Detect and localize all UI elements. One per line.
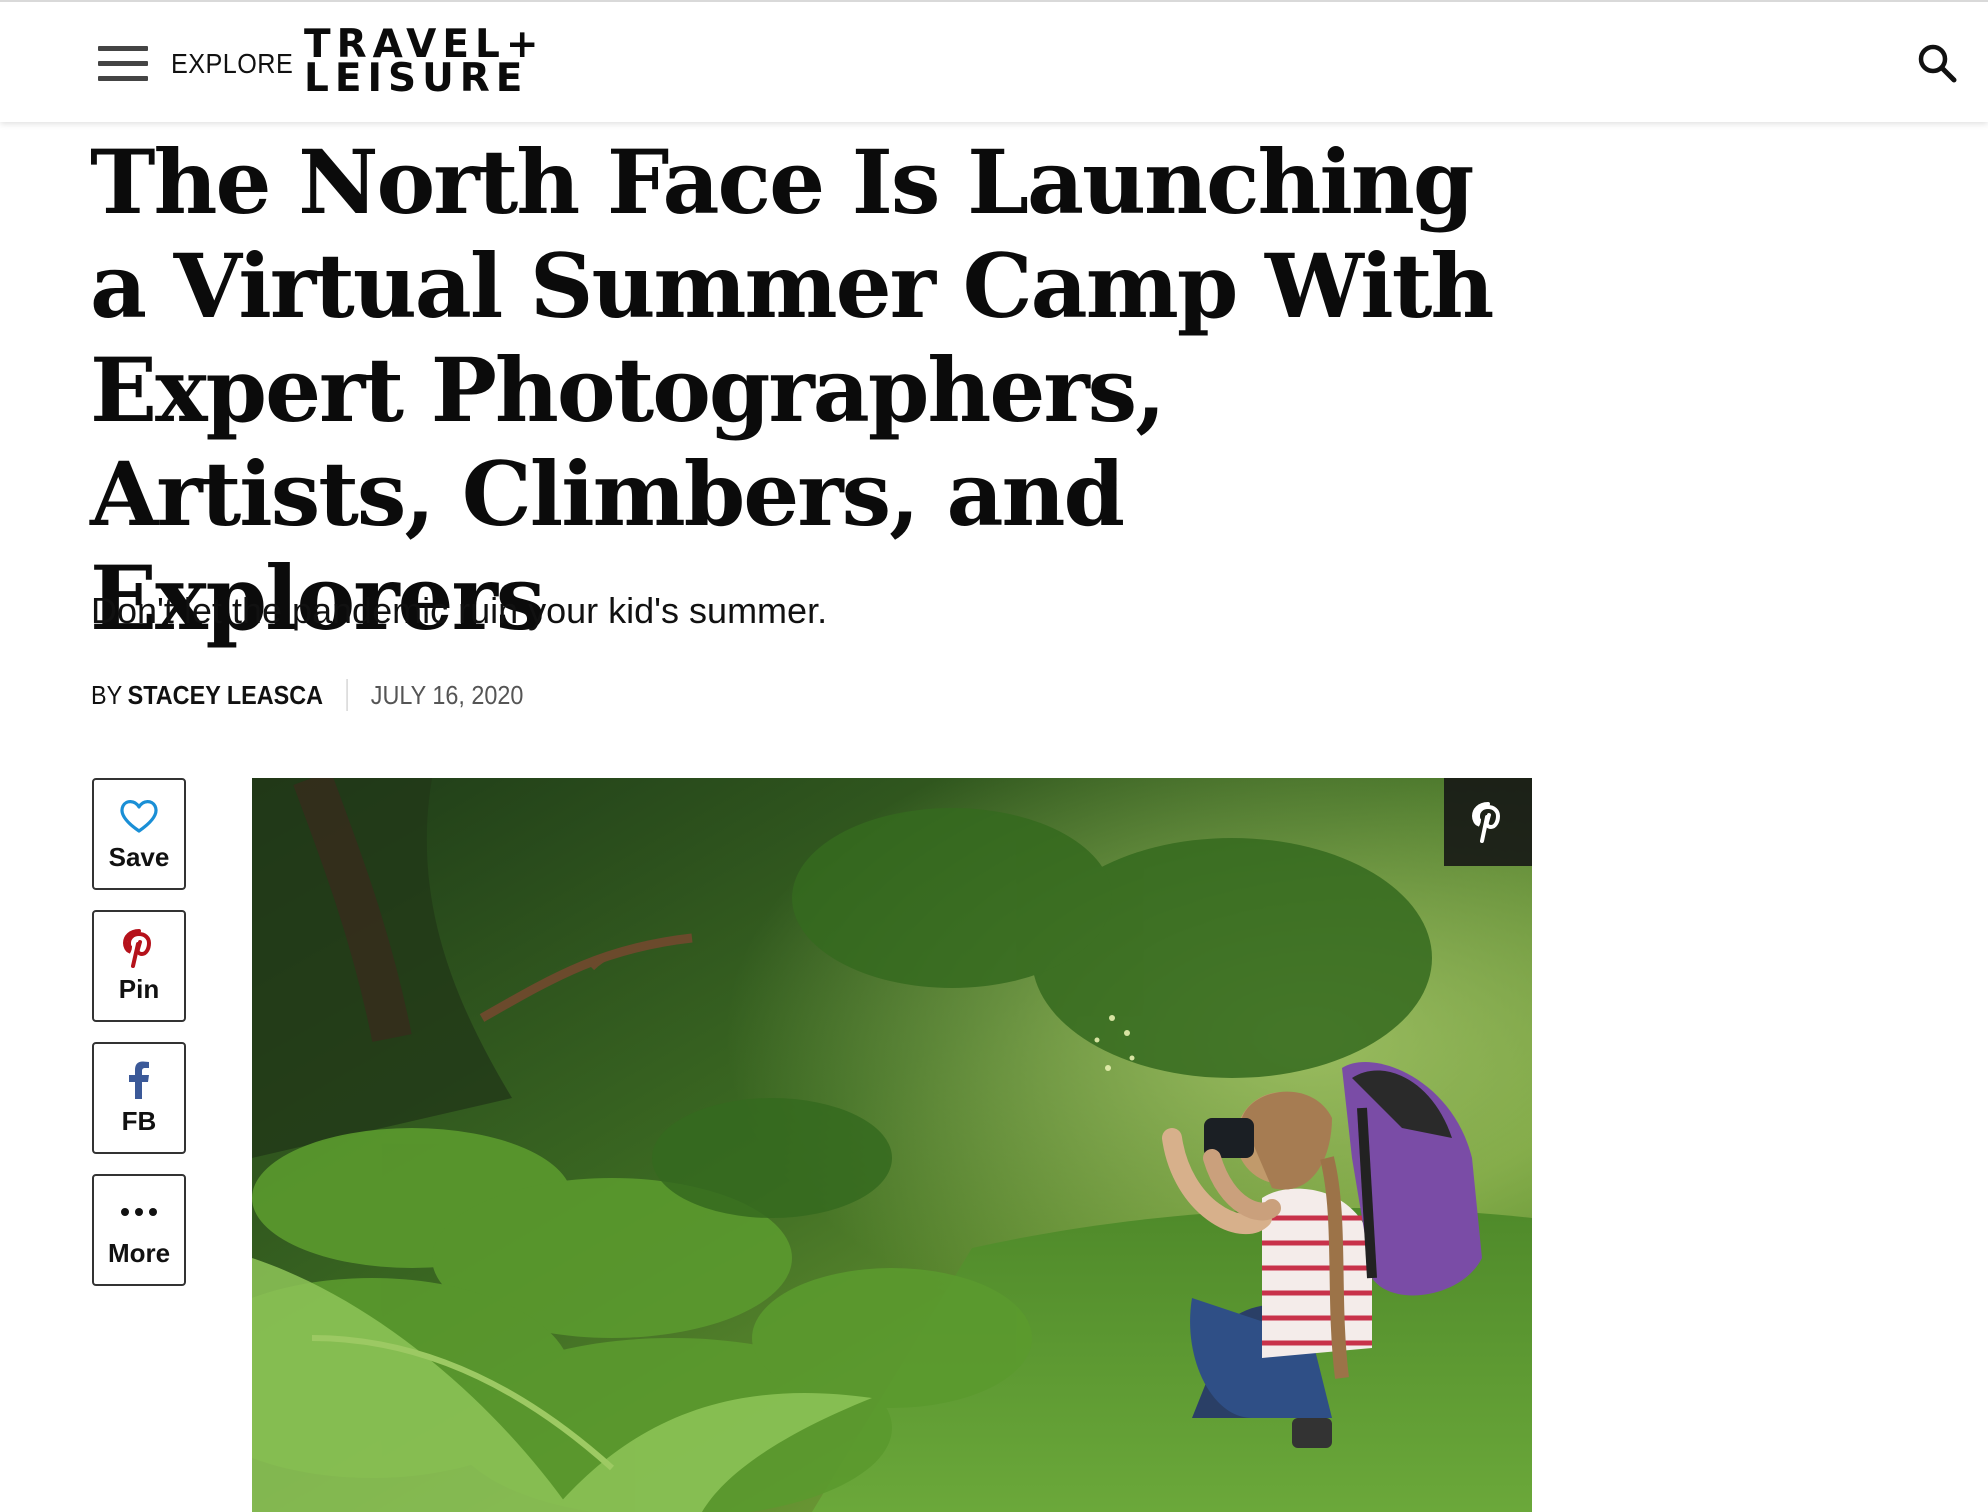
pinterest-icon[interactable] <box>1444 778 1532 866</box>
more-button[interactable]: More <box>92 1174 186 1286</box>
more-dots-icon <box>94 1192 184 1232</box>
site-logo[interactable]: TRAVEL+ LEISURE <box>304 25 584 101</box>
hero-image <box>252 778 1532 1512</box>
article-dek: Don't let the pandemic ruin your kid's s… <box>91 590 828 631</box>
byline: BY STACEY LEASCA JULY 16, 2020 <box>91 678 523 712</box>
share-rail: Save Pin FB More <box>92 778 188 1306</box>
save-button-label: Save <box>108 842 170 872</box>
search-icon[interactable] <box>1916 42 1960 86</box>
facebook-button[interactable]: FB <box>92 1042 186 1154</box>
save-button[interactable]: Save <box>92 778 186 890</box>
publish-date: JULY 16, 2020 <box>370 679 524 710</box>
hero-photo <box>252 778 1532 1512</box>
author-link[interactable]: STACEY LEASCA <box>128 680 323 711</box>
site-header: EXPLORE TRAVEL+ LEISURE <box>0 0 1988 122</box>
pin-button-label: Pin <box>118 974 160 1004</box>
article-headline: The North Face Is Launching a Virtual Su… <box>90 130 1494 650</box>
explore-menu-link[interactable]: EXPLORE <box>171 48 293 80</box>
byline-divider <box>346 679 348 711</box>
pinterest-icon <box>94 928 184 968</box>
heart-icon <box>94 796 184 836</box>
more-button-label: More <box>107 1238 171 1268</box>
hamburger-menu-icon[interactable] <box>98 46 148 82</box>
pin-button[interactable]: Pin <box>92 910 186 1022</box>
logo-line-2: LEISURE <box>304 56 529 101</box>
facebook-icon <box>94 1060 184 1100</box>
facebook-button-label: FB <box>121 1106 157 1136</box>
byline-prefix: BY <box>91 679 123 710</box>
